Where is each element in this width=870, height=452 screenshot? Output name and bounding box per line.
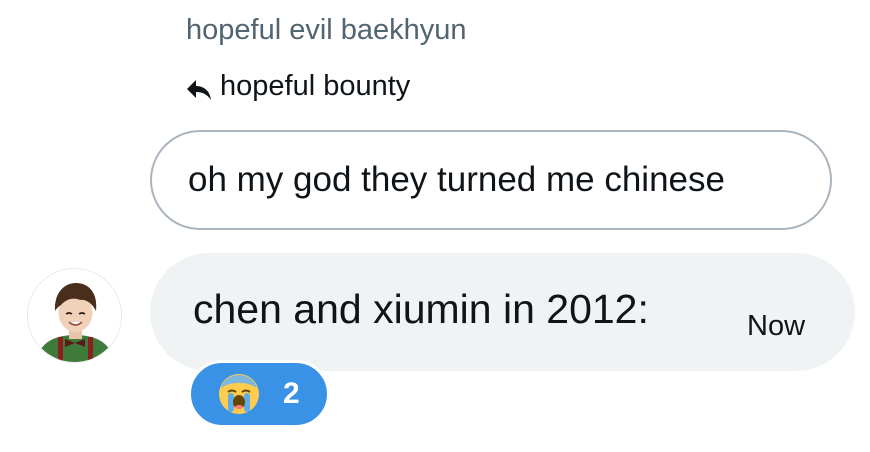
reaction-pill[interactable]: 2 (188, 360, 330, 428)
message-text: chen and xiumin in 2012: (193, 286, 649, 332)
reply-to-name: hopeful bounty (220, 70, 411, 102)
quoted-message-bubble[interactable]: oh my god they turned me chinese (150, 130, 832, 230)
avatar[interactable] (27, 268, 122, 363)
reply-context[interactable]: hopeful bounty (186, 70, 410, 103)
sender-name[interactable]: hopeful evil baekhyun (186, 14, 467, 47)
reply-arrow-icon (186, 76, 212, 100)
message-timestamp: Now (747, 310, 806, 342)
loudly-crying-face-emoji-icon (217, 372, 261, 416)
quoted-message-text: oh my god they turned me chinese (188, 160, 725, 199)
user-avatar-icon (28, 269, 121, 362)
message-bubble[interactable]: chen and xiumin in 2012: Now (150, 253, 855, 371)
reaction-count: 2 (283, 377, 300, 410)
